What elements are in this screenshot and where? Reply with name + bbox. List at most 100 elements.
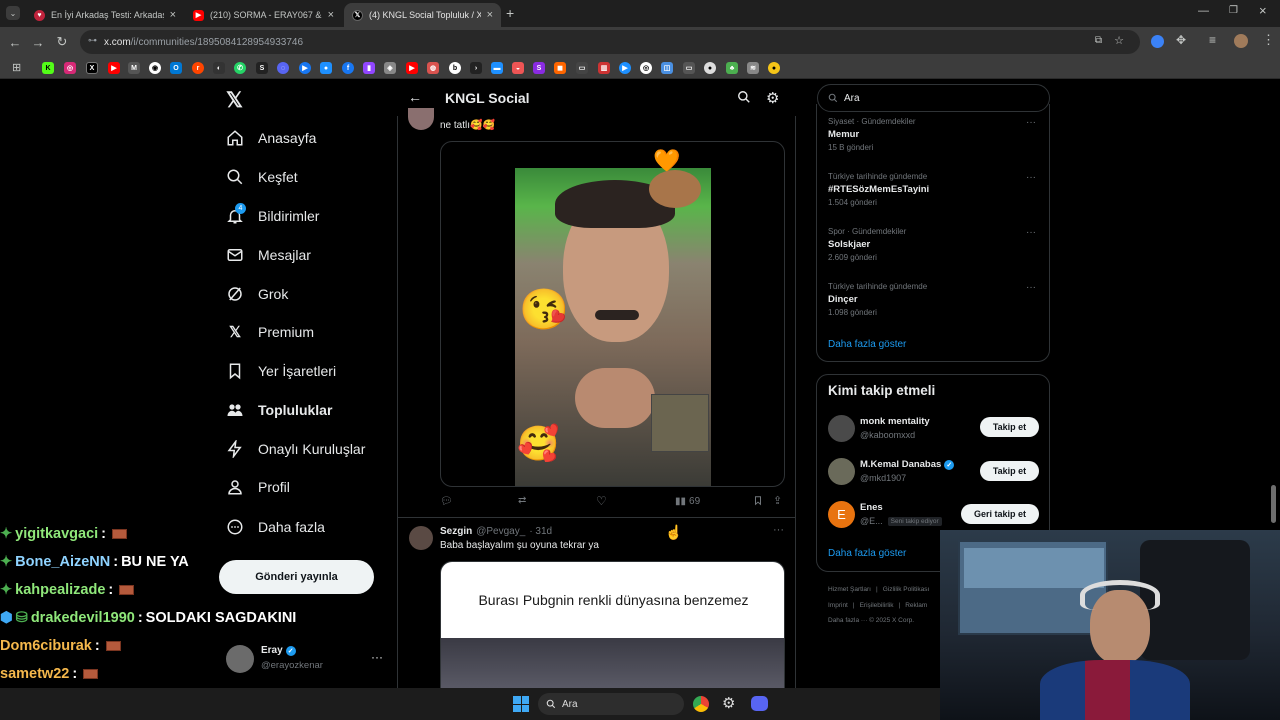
bookmark-icon[interactable]: ♣ [726,62,738,74]
app-icon[interactable]: ⚙ [722,694,735,712]
new-tab-icon[interactable]: + [506,5,514,21]
site-info-icon[interactable]: ⊶ [88,35,97,46]
bookmark-icon[interactable]: ▭ [576,62,588,74]
more-icon[interactable]: ··· [1026,172,1036,183]
follow-back-button[interactable]: Geri takip et [961,504,1039,524]
more-icon[interactable]: ··· [1026,117,1036,128]
bookmark-instagram-icon[interactable]: ◎ [64,62,76,74]
browser-tab-3[interactable]: 𝕏 (4) KNGL Social Topluluk / X × [344,3,501,27]
bookmark-icon[interactable]: ◍ [427,62,439,74]
bookmark-icon[interactable]: ▶ [299,62,311,74]
windows-start-icon[interactable] [513,696,529,712]
minimize-icon[interactable]: — [1198,5,1209,17]
sidebar-item-bildirimler[interactable]: 4 Bildirimler [226,203,319,225]
sidebar-item-premium[interactable]: 𝕏 Premium [226,323,314,341]
bookmark-twitch-icon[interactable]: ▮ [363,62,375,74]
sidebar-item-mesajlar[interactable]: Mesajlar [226,246,311,264]
user-handle[interactable]: @kaboomxxd [860,430,915,440]
x-logo-icon[interactable]: 𝕏 [226,88,243,113]
bookmark-whatsapp-icon[interactable]: ✆ [234,62,246,74]
bookmark-x-icon[interactable]: X [86,62,98,74]
browser-tab-2[interactable]: ▶ (210) SORMA - ERAY067 & MA × [185,3,342,27]
bookmark-kick-icon[interactable]: K [42,62,54,74]
close-icon[interactable]: × [487,9,493,21]
puzzle-icon[interactable]: ✥ [1176,33,1186,47]
sidebar-item-onayli-kuruluslar[interactable]: Onaylı Kuruluşlar [226,440,365,458]
like-icon[interactable]: ♡ [596,494,607,508]
follow-button[interactable]: Takip et [980,461,1039,481]
settings-gear-icon[interactable]: ⚙ [766,89,779,107]
show-more-link[interactable]: Daha fazla göster [828,339,906,350]
post-handle[interactable]: @Pevgay_ [476,526,525,537]
sidebar-item-kesfet[interactable]: Keşfet [226,168,298,186]
close-icon[interactable]: × [170,9,176,21]
bookmark-reddit-icon[interactable]: r [192,62,204,74]
bookmark-facebook-icon[interactable]: f [342,62,354,74]
bookmark-icon[interactable]: ▥ [598,62,610,74]
window-close-icon[interactable]: × [1259,3,1267,18]
reply-icon[interactable]: 💬︎ [440,496,453,507]
user-name-line[interactable]: M.Kemal Danabas ✓ [860,459,955,470]
views-button[interactable]: ▮▮ 69 [675,496,700,507]
sidebar-item-topluluklar[interactable]: Topluluklar [226,401,332,419]
reload-icon[interactable]: ↻ [52,32,72,52]
restore-icon[interactable]: ❐ [1229,5,1238,16]
apps-grid-icon[interactable]: ⊞ [12,61,21,74]
media-icon[interactable]: ≡ [1209,33,1216,47]
more-icon[interactable]: ··· [773,524,784,536]
address-bar[interactable]: ⊶ x.com/i/communities/189508412895493374… [80,30,1140,54]
trend-item[interactable]: Türkiye tarihinde gündemde #RTESözMemEsT… [828,172,929,207]
bookmark-gmail-icon[interactable]: M [128,62,140,74]
back-arrow-icon[interactable]: ← [408,89,422,105]
page-scrollbar[interactable] [1271,485,1276,523]
user-name[interactable]: monk mentality [860,416,930,427]
discord-icon[interactable] [751,696,768,711]
install-app-icon[interactable]: ⧉ [1095,35,1102,46]
bookmark-outlook-icon[interactable]: O [170,62,182,74]
post-media-video[interactable]: Burası Pubgnin renkli dünyasına benzemez [440,561,785,688]
bookmark-icon[interactable]: ◈ [384,62,396,74]
bookmark-icon[interactable]: ▭ [683,62,695,74]
avatar[interactable] [409,526,433,550]
post-media-video[interactable]: 😘 🥰 🧡 [440,141,785,487]
user-name[interactable]: Enes [860,502,883,513]
bookmark-icon[interactable]: › [470,62,482,74]
trend-item[interactable]: Türkiye tarihinde gündemde Dinçer 1.098 … [828,282,927,317]
footer-link[interactable]: Gizlilik Politikası [883,586,930,593]
bookmark-chatgpt-icon[interactable]: ◉ [149,62,161,74]
bookmark-icon[interactable]: ◒ [512,62,524,74]
post-button[interactable]: Gönderi yayınla [219,560,374,594]
taskbar-search-input[interactable]: Ara [538,693,684,715]
bookmark-icon[interactable]: ▶ [406,62,418,74]
more-icon[interactable]: ··· [1026,282,1036,293]
search-icon[interactable] [737,90,751,109]
bookmark-icon[interactable]: ◫ [661,62,673,74]
bookmark-icon[interactable] [753,495,763,506]
sidebar-item-profil[interactable]: Profil [226,478,290,496]
browser-tab-1[interactable]: ♥ En İyi Arkadaş Testi: Arkadaşlar × [26,3,184,27]
avatar[interactable]: E [828,501,855,528]
footer-link[interactable]: Daha fazla ··· © 2025 X Corp. [828,617,914,624]
show-more-link[interactable]: Daha fazla göster [828,548,906,559]
bookmark-icon[interactable]: ≋ [747,62,759,74]
avatar[interactable] [828,458,855,485]
forward-icon[interactable]: → [28,32,48,52]
footer-link[interactable]: Hizmet Şartları [828,586,871,593]
user-handle[interactable]: @mkd1907 [860,473,906,483]
sidebar-item-grok[interactable]: Grok [226,285,288,303]
avatar[interactable] [226,645,254,673]
sidebar-item-daha-fazla[interactable]: Daha fazla [226,518,325,536]
bookmark-icon[interactable]: ● [768,62,780,74]
trend-item[interactable]: Spor · Gündemdekiler Solskjaer 2.609 gön… [828,227,906,262]
more-icon[interactable]: ··· [1026,227,1036,238]
bookmark-icon[interactable]: ◌ [277,62,289,74]
bookmark-youtube-icon[interactable]: ▶ [108,62,120,74]
close-icon[interactable]: × [328,9,334,21]
bookmark-icon[interactable]: S [256,62,268,74]
follow-button[interactable]: Takip et [980,417,1039,437]
bookmark-icon[interactable]: ▬ [491,62,503,74]
sidebar-item-anasayfa[interactable]: Anasayfa [226,129,316,147]
profile-avatar-icon[interactable] [1234,34,1248,48]
avatar[interactable] [828,415,855,442]
extension-icon[interactable] [1151,35,1164,48]
